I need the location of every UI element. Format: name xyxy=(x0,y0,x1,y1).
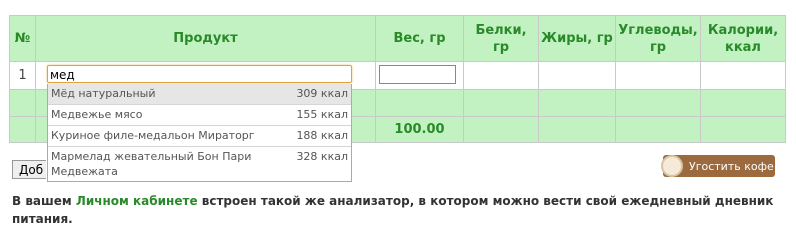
option-name: Куриное филе-медальон Мираторг xyxy=(51,129,255,142)
option-kcal: 328 ккал xyxy=(296,150,348,163)
option-kcal: 309 ккал xyxy=(296,87,348,100)
autocomplete-option[interactable]: Куриное филе-медальон Мираторг 188 ккал xyxy=(48,126,351,147)
header-calories-line2: ккал xyxy=(725,39,761,55)
autocomplete-option[interactable]: Мармелад жевательный Бон Пари Медвежата … xyxy=(48,147,351,181)
coffee-button-label: Угостить кофе xyxy=(689,159,774,173)
header-fat: Жиры, гр xyxy=(538,15,616,62)
row-number: 1 xyxy=(9,61,36,90)
fat-cell xyxy=(538,61,616,90)
header-protein: Белки, гр xyxy=(463,15,539,62)
header-calories-line1: Калории, xyxy=(707,22,779,38)
header-carbs-line2: гр xyxy=(649,39,667,55)
info-text: В вашем Личном кабинете встроен такой же… xyxy=(12,192,782,228)
add-product-button[interactable]: Доб xyxy=(12,160,46,179)
option-kcal: 188 ккал xyxy=(296,129,348,142)
autocomplete-dropdown: Мёд натуральный 309 ккал Медвежье мясо 1… xyxy=(47,84,352,182)
weight-input[interactable] xyxy=(379,65,456,84)
total-weight: 100.00 xyxy=(375,116,464,143)
option-name: Медвежье мясо xyxy=(51,108,143,121)
option-name: Мёд натуральный xyxy=(51,87,156,100)
header-weight: Вес, гр xyxy=(375,15,464,62)
autocomplete-option[interactable]: Медвежье мясо 155 ккал xyxy=(48,105,351,126)
coffee-cup-icon xyxy=(661,155,683,177)
header-product: Продукт xyxy=(35,15,376,62)
header-protein-line1: Белки, xyxy=(475,22,527,38)
option-kcal: 155 ккал xyxy=(296,108,348,121)
calories-cell xyxy=(700,61,786,90)
carbs-cell xyxy=(615,61,701,90)
header-calories: Калории, ккал xyxy=(700,15,786,62)
product-search-input[interactable]: мед xyxy=(47,65,352,83)
header-num: № xyxy=(9,15,36,62)
header-carbs-line1: Углеводы, xyxy=(618,22,698,38)
header-protein-line2: гр xyxy=(492,39,510,55)
option-name: Мармелад жевательный Бон Пари Медвежата xyxy=(51,150,252,178)
buy-coffee-button[interactable]: Угостить кофе xyxy=(661,155,775,177)
info-prefix: В вашем xyxy=(12,194,76,208)
header-carbs: Углеводы, гр xyxy=(615,15,701,62)
autocomplete-option[interactable]: Мёд натуральный 309 ккал xyxy=(48,84,351,105)
protein-cell xyxy=(463,61,539,90)
personal-cabinet-link[interactable]: Личном кабинете xyxy=(76,194,198,208)
